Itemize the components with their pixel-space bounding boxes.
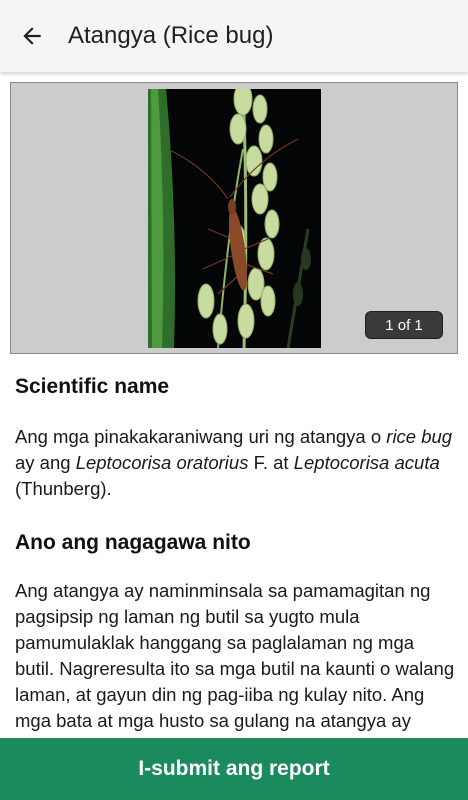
section-body-scientific-name: Ang mga pinakakaraniwang uri ng atangya … xyxy=(15,426,453,499)
details-content: Scientific name Ang mga pinakakaraniwang… xyxy=(15,368,455,738)
rice-bug-photo xyxy=(148,89,321,348)
submit-report-button[interactable]: I-submit ang report xyxy=(0,738,468,800)
section-body-damage: Ang atangya ay naminminsala sa pamamagit… xyxy=(15,580,455,738)
section-title-scientific-name: Scientific name xyxy=(15,375,170,398)
image-gallery[interactable]: 1 of 1 xyxy=(10,82,458,354)
back-button[interactable] xyxy=(0,0,64,72)
page-title: Atangya (Rice bug) xyxy=(68,22,274,49)
app-bar: Atangya (Rice bug) xyxy=(0,0,468,72)
arrow-left-icon xyxy=(23,27,41,45)
section-title-damage: Ano ang nagagawa nito xyxy=(15,531,251,554)
content-scroll[interactable]: 1 of 1 Scientific name Ang mga pinakakar… xyxy=(0,72,468,738)
image-counter-badge: 1 of 1 xyxy=(365,311,443,339)
